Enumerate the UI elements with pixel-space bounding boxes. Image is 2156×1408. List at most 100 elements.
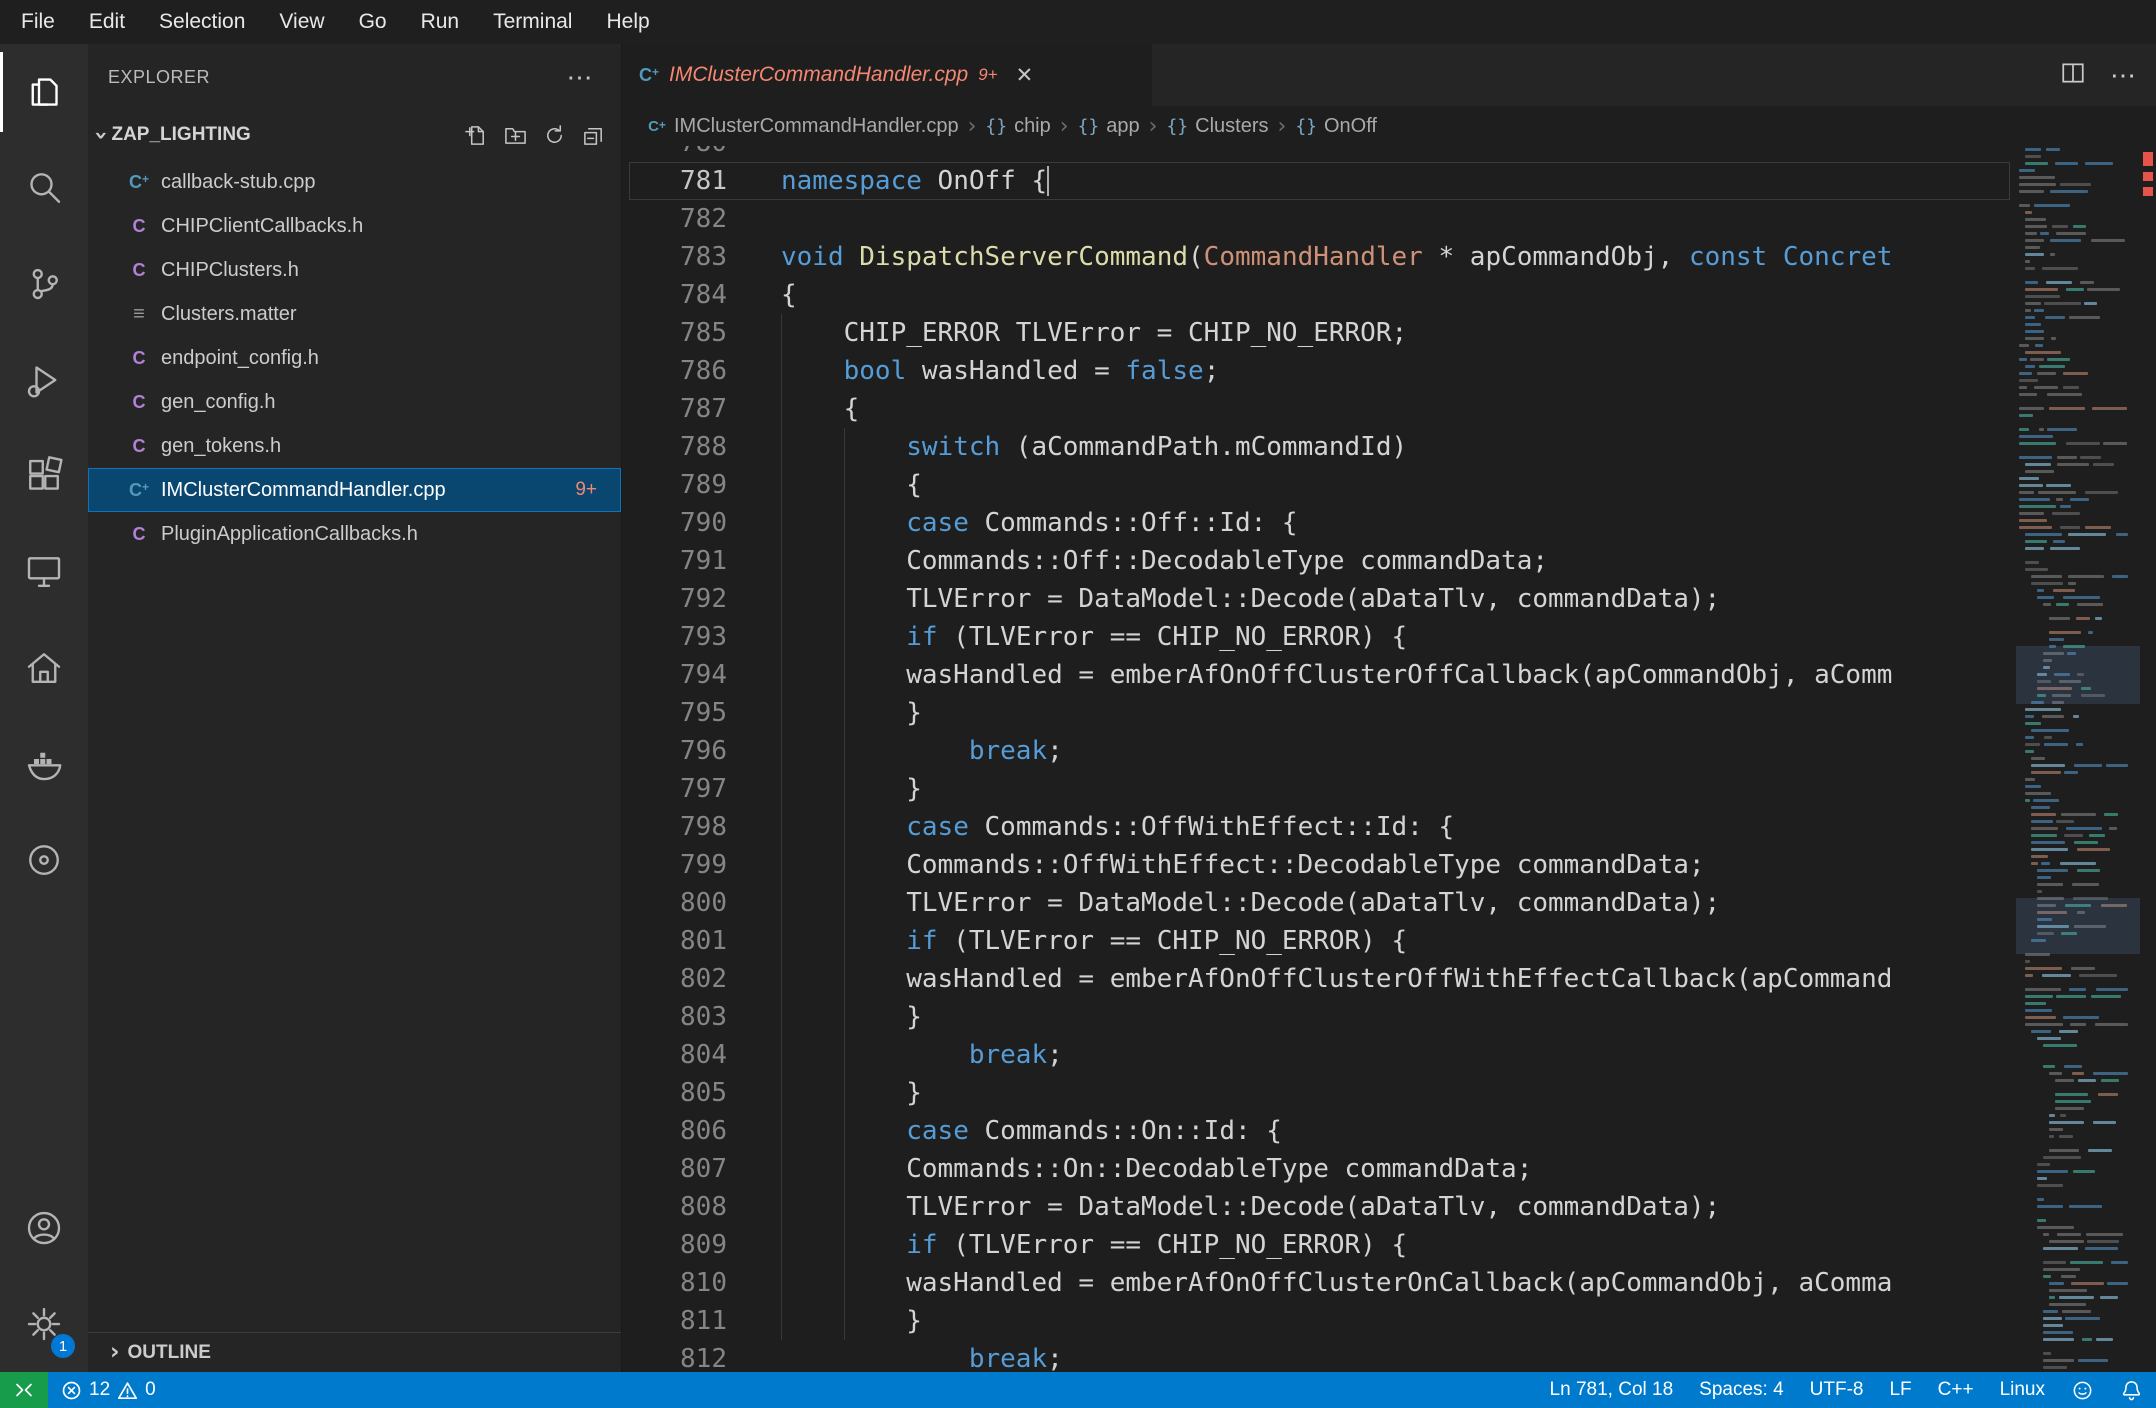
line-number: 792 bbox=[680, 584, 727, 614]
code-line[interactable]: 806 case Commands::On::Id: { bbox=[623, 1112, 2016, 1150]
activity-source-control[interactable] bbox=[0, 236, 88, 332]
code-line[interactable]: 800 TLVError = DataModel::Decode(aDataTl… bbox=[623, 884, 2016, 922]
collapse-folders-icon[interactable] bbox=[582, 124, 605, 147]
breadcrumb-item[interactable]: C+ IMClusterCommandHandler.cpp bbox=[647, 115, 959, 138]
eol-selector[interactable]: LF bbox=[1876, 1372, 1924, 1408]
file-item[interactable]: C+ callback-stub.cpp bbox=[88, 160, 621, 204]
code-line[interactable]: 786 bool wasHandled = false; bbox=[623, 352, 2016, 390]
activity-extensions[interactable] bbox=[0, 428, 88, 524]
menu-edit[interactable]: Edit bbox=[72, 0, 142, 44]
file-item[interactable]: Cgen_tokens.h bbox=[88, 424, 621, 468]
menu-help[interactable]: Help bbox=[589, 0, 666, 44]
encoding[interactable]: UTF-8 bbox=[1797, 1372, 1877, 1408]
feedback-smiley-icon[interactable] bbox=[2058, 1372, 2107, 1408]
code-line[interactable]: 807 Commands::On::DecodableType commandD… bbox=[623, 1150, 2016, 1188]
menu-file[interactable]: File bbox=[4, 0, 72, 44]
code-line[interactable]: 805 } bbox=[623, 1074, 2016, 1112]
breadcrumb-item[interactable]: {} OnOff bbox=[1295, 115, 1377, 138]
file-name: Clusters.matter bbox=[161, 302, 297, 325]
code-line[interactable]: 784 { bbox=[623, 276, 2016, 314]
file-item[interactable]: C CHIPClusters.h bbox=[88, 248, 621, 292]
activity-docker[interactable] bbox=[0, 716, 88, 812]
code-lines: 780 781 namespace OnOff {782 783 void Dispat… bbox=[623, 146, 2016, 1372]
breadcrumb-item[interactable]: {} Clusters bbox=[1166, 115, 1268, 138]
code-line[interactable]: 799 Commands::OffWithEffect::DecodableTy… bbox=[623, 846, 2016, 884]
close-icon[interactable]: ✕ bbox=[1016, 63, 1034, 88]
code-line[interactable]: 804 break; bbox=[623, 1036, 2016, 1074]
activity-extension-target[interactable] bbox=[0, 812, 88, 908]
tab-imclustercommandhandler[interactable]: C+ IMClusterCommandHandler.cpp 9+ ✕ bbox=[623, 44, 1152, 106]
file-item[interactable]: ≡ Clusters.matter bbox=[88, 292, 621, 336]
activity-home[interactable] bbox=[0, 620, 88, 716]
code-line[interactable]: 793 if (TLVError == CHIP_NO_ERROR) { bbox=[623, 618, 2016, 656]
menu-terminal[interactable]: Terminal bbox=[476, 0, 589, 44]
file-item[interactable]: C PluginApplicationCallbacks.h bbox=[88, 512, 621, 556]
code-line[interactable]: 791 Commands::Off::DecodableType command… bbox=[623, 542, 2016, 580]
breadcrumb-item[interactable]: {} app bbox=[1078, 115, 1140, 138]
code-line[interactable]: 785 CHIP_ERROR TLVError = CHIP_NO_ERROR; bbox=[623, 314, 2016, 352]
file-item[interactable]: C CHIPClientCallbacks.h bbox=[88, 204, 621, 248]
folder-section-header[interactable]: › ZAP_LIGHTING bbox=[88, 110, 621, 160]
h-file-icon: C bbox=[132, 347, 146, 368]
remote-indicator[interactable] bbox=[0, 1372, 48, 1408]
code-editor[interactable]: 780 781 namespace OnOff {782 783 void Dispat… bbox=[623, 146, 2156, 1372]
code-line[interactable]: 789 { bbox=[623, 466, 2016, 504]
code-line[interactable]: 802 wasHandled = emberAfOnOffClusterOffW… bbox=[623, 960, 2016, 998]
code-line[interactable]: 780 bbox=[623, 146, 2016, 162]
problems-indicator[interactable]: 12 0 bbox=[48, 1372, 169, 1408]
code-line[interactable]: 781 namespace OnOff { bbox=[623, 162, 2016, 200]
line-number: 806 bbox=[680, 1116, 727, 1146]
file-item[interactable]: Cgen_config.h bbox=[88, 380, 621, 424]
activity-accounts[interactable] bbox=[0, 1180, 88, 1276]
code-line[interactable]: 787 { bbox=[623, 390, 2016, 428]
breadcrumb-separator-icon: › bbox=[1277, 113, 1287, 139]
editor-more-icon[interactable]: ⋯ bbox=[2110, 60, 2136, 91]
code-text: wasHandled = emberAfOnOffClusterOffCallb… bbox=[781, 660, 1893, 690]
refresh-explorer-icon[interactable] bbox=[543, 124, 566, 147]
code-line[interactable]: 808 TLVError = DataModel::Decode(aDataTl… bbox=[623, 1188, 2016, 1226]
code-line[interactable]: 812 break; bbox=[623, 1340, 2016, 1372]
code-line[interactable]: 794 wasHandled = emberAfOnOffClusterOffC… bbox=[623, 656, 2016, 694]
code-line[interactable]: 783 void DispatchServerCommand(CommandHan… bbox=[623, 238, 2016, 276]
indentation[interactable]: Spaces: 4 bbox=[1686, 1372, 1797, 1408]
split-editor-icon[interactable] bbox=[2060, 60, 2086, 91]
menu-selection[interactable]: Selection bbox=[142, 0, 262, 44]
code-line[interactable]: 811 } bbox=[623, 1302, 2016, 1340]
code-line[interactable]: 790 case Commands::Off::Id: { bbox=[623, 504, 2016, 542]
breadcrumb-item[interactable]: {} chip bbox=[985, 115, 1050, 138]
views-more-icon[interactable]: ⋯ bbox=[567, 62, 594, 93]
code-line[interactable]: 782 bbox=[623, 200, 2016, 238]
activity-search[interactable] bbox=[0, 140, 88, 236]
code-line[interactable]: 796 break; bbox=[623, 732, 2016, 770]
breadcrumb[interactable]: C+ IMClusterCommandHandler.cpp › {} chip › {} a… bbox=[623, 106, 2156, 146]
notifications-bell-icon[interactable] bbox=[2107, 1372, 2156, 1408]
remote-os[interactable]: Linux bbox=[1987, 1372, 2058, 1408]
activity-remote-explorer[interactable] bbox=[0, 524, 88, 620]
activity-run-debug[interactable] bbox=[0, 332, 88, 428]
code-line[interactable]: 795 } bbox=[623, 694, 2016, 732]
code-line[interactable]: 810 wasHandled = emberAfOnOffClusterOnCa… bbox=[623, 1264, 2016, 1302]
menu-go[interactable]: Go bbox=[342, 0, 404, 44]
language-mode[interactable]: C++ bbox=[1925, 1372, 1987, 1408]
menu-view[interactable]: View bbox=[262, 0, 341, 44]
cursor-position[interactable]: Ln 781, Col 18 bbox=[1537, 1372, 1687, 1408]
code-line[interactable]: 798 case Commands::OffWithEffect::Id: { bbox=[623, 808, 2016, 846]
file-item[interactable]: C+ IMClusterCommandHandler.cpp 9+ bbox=[88, 468, 621, 512]
menu-run[interactable]: Run bbox=[404, 0, 477, 44]
line-number: 790 bbox=[680, 508, 727, 538]
activity-explorer[interactable] bbox=[0, 44, 88, 140]
outline-section[interactable]: › OUTLINE bbox=[88, 1332, 621, 1372]
code-line[interactable]: 792 TLVError = DataModel::Decode(aDataTl… bbox=[623, 580, 2016, 618]
activity-settings[interactable]: 1 bbox=[0, 1276, 88, 1372]
sidebar-header: EXPLORER ⋯ bbox=[88, 44, 621, 110]
new-file-icon[interactable] bbox=[465, 124, 488, 147]
code-line[interactable]: 809 if (TLVError == CHIP_NO_ERROR) { bbox=[623, 1226, 2016, 1264]
overview-ruler[interactable] bbox=[2140, 146, 2156, 1372]
code-line[interactable]: 797 } bbox=[623, 770, 2016, 808]
minimap[interactable] bbox=[2016, 146, 2140, 1372]
code-line[interactable]: 788 switch (aCommandPath.mCommandId) bbox=[623, 428, 2016, 466]
code-line[interactable]: 801 if (TLVError == CHIP_NO_ERROR) { bbox=[623, 922, 2016, 960]
code-line[interactable]: 803 } bbox=[623, 998, 2016, 1036]
new-folder-icon[interactable] bbox=[504, 124, 527, 147]
file-item[interactable]: Cendpoint_config.h bbox=[88, 336, 621, 380]
